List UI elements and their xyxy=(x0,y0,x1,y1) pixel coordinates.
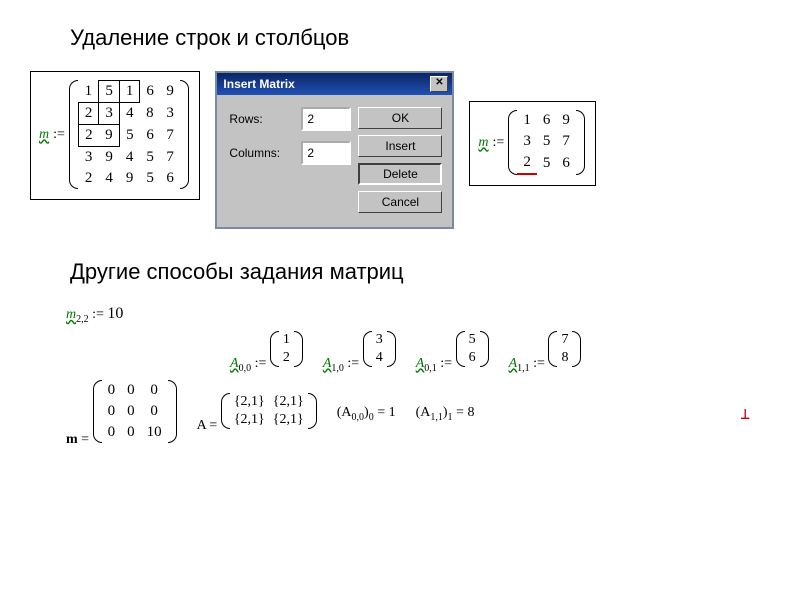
cancel-button[interactable]: Cancel xyxy=(358,191,442,213)
var-m22: m xyxy=(66,307,76,322)
ok-button[interactable]: OK xyxy=(358,107,442,129)
close-icon[interactable]: ✕ xyxy=(430,76,448,92)
a00-def: A0,0 := 12 xyxy=(230,331,303,374)
rows-label: Rows: xyxy=(229,112,289,126)
m-result: m = 000 000 0010 xyxy=(66,380,177,448)
insert-matrix-dialog: Insert Matrix ✕ Rows: OK Insert Delete C… xyxy=(215,71,454,229)
insert-button[interactable]: Insert xyxy=(358,135,442,157)
a10-def: A1,0 := 34 xyxy=(323,331,396,374)
heading-other: Другие способы задания матриц xyxy=(70,259,770,285)
a11-def: A1,1 := 78 xyxy=(509,331,582,374)
heading-delete: Удаление строк и столбцов xyxy=(70,25,770,51)
delete-button[interactable]: Delete xyxy=(358,163,442,185)
matrix-before: 1 5 1 6 9 2 3 4 8 3 2 9 xyxy=(69,80,190,189)
columns-label: Columns: xyxy=(229,146,289,160)
row-delete-example: m := 1 5 1 6 9 2 3 4 8 xyxy=(30,71,770,229)
a-defs-row: A0,0 := 12 A1,0 := 34 A0,1 := 56 A1,1 :=… xyxy=(230,331,770,374)
a01-def: A0,1 := 56 xyxy=(416,331,489,374)
rows-input[interactable] xyxy=(301,107,351,131)
a-index-2: (A1,1)1 = 8 xyxy=(416,405,475,423)
matrix-after-panel: m := 169 357 256 xyxy=(469,101,595,186)
a-index-1: (A0,0)0 = 1 xyxy=(337,405,396,423)
edit-cursor-icon: ⊥ xyxy=(740,404,770,423)
a-block: A = {2,1}{2,1} {2,1}{2,1} xyxy=(197,393,317,434)
results-row: m = 000 000 0010 A = {2,1}{2,1} {2,1}{2,… xyxy=(66,380,770,448)
assign-right: := xyxy=(489,135,509,151)
dialog-title: Insert Matrix xyxy=(223,77,294,91)
matrix-after: 169 357 256 xyxy=(508,110,585,175)
var-m-left: m xyxy=(39,127,49,143)
columns-input[interactable] xyxy=(301,141,351,165)
dialog-titlebar: Insert Matrix ✕ xyxy=(217,73,452,95)
matrix-before-panel: m := 1 5 1 6 9 2 3 4 8 xyxy=(30,71,200,200)
elem-assign-row: m2,2 := 10 xyxy=(66,305,770,325)
assign-left: := xyxy=(49,127,69,143)
var-m-right: m xyxy=(478,135,488,151)
